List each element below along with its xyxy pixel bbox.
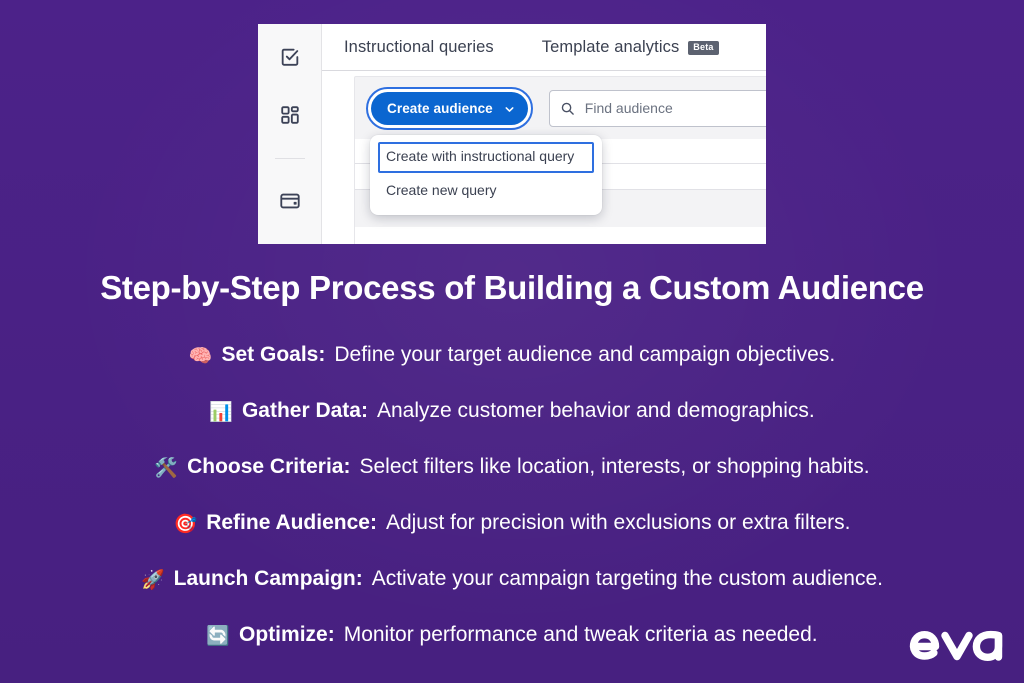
menu-item-create-with-instructional-query[interactable]: Create with instructional query: [378, 142, 594, 173]
tab-label: Instructional queries: [344, 37, 494, 56]
chevron-down-icon: [504, 103, 515, 114]
step-label: Gather Data:: [241, 399, 368, 422]
list-item: 🚀 Launch Campaign: Activate your campaig…: [0, 551, 1024, 607]
menu-item-create-new-query[interactable]: Create new query: [378, 176, 594, 207]
brain-emoji: 🧠: [188, 345, 213, 367]
tab-label: Template analytics: [541, 37, 680, 56]
beta-badge: Beta: [688, 41, 719, 55]
find-audience-search[interactable]: [548, 89, 766, 127]
step-label: Refine Audience:: [206, 511, 377, 534]
step-description: Activate your campaign targeting the cus…: [371, 567, 883, 590]
tab-bar: Instructional queries Template analytics…: [322, 24, 766, 71]
rocket-emoji: 🚀: [141, 569, 165, 591]
sidebar-divider: [274, 158, 305, 159]
list-item: 🔄 Optimize: Monitor performance and twea…: [0, 607, 1024, 663]
step-label: Choose Criteria:: [187, 455, 351, 478]
content-row-stripe: [355, 227, 766, 244]
search-icon: [560, 101, 575, 116]
step-description: Adjust for precision with exclusions or …: [385, 511, 851, 534]
step-description: Select filters like location, interests,…: [359, 455, 870, 478]
page-title: Step-by-Step Process of Building a Custo…: [100, 269, 924, 306]
audience-toolbar: Create audience: [355, 77, 766, 139]
card-icon[interactable]: [275, 186, 305, 215]
step-description: Monitor performance and tweak criteria a…: [343, 623, 818, 646]
step-description: Define your target audience and campaign…: [334, 343, 836, 366]
create-audience-dropdown-menu: Create with instructional query Create n…: [370, 135, 602, 215]
list-item: 📊 Gather Data: Analyze customer behavior…: [0, 383, 1024, 439]
tab-instructional-queries[interactable]: Instructional queries: [344, 38, 494, 57]
steps-list: 🧠 Set Goals: Define your target audience…: [0, 327, 1024, 663]
list-item: 🎯 Refine Audience: Adjust for precision …: [0, 495, 1024, 551]
search-input[interactable]: [584, 100, 766, 116]
task-check-icon[interactable]: [275, 42, 305, 71]
grid-dashboard-icon[interactable]: [275, 100, 305, 129]
tab-template-analytics[interactable]: Template analytics Beta: [542, 38, 719, 57]
step-label: Launch Campaign:: [173, 567, 363, 590]
step-label: Optimize:: [239, 623, 335, 646]
step-label: Set Goals:: [221, 343, 326, 366]
create-audience-button[interactable]: Create audience: [371, 91, 528, 125]
eva-logo: [902, 621, 1006, 667]
hammer-and-wrench-emoji: 🛠️: [154, 457, 179, 479]
list-item: 🛠️ Choose Criteria: Select filters like …: [0, 439, 1024, 495]
menu-item-label: Create with instructional query: [386, 148, 575, 164]
bar-chart-emoji: 📊: [209, 401, 233, 423]
app-sidebar: [258, 24, 322, 244]
list-item: 🧠 Set Goals: Define your target audience…: [0, 327, 1024, 383]
menu-item-label: Create new query: [386, 181, 497, 198]
direct-hit-emoji: 🎯: [173, 513, 198, 535]
embedded-app-screenshot: Instructional queries Template analytics…: [258, 24, 766, 244]
counterclockwise-arrows-emoji: 🔄: [206, 625, 231, 647]
create-audience-label: Create audience: [387, 100, 493, 116]
audience-content-area: Create audience Find audience Create wit…: [354, 76, 766, 244]
create-audience-focus-ring: Create audience: [366, 86, 533, 130]
step-description: Analyze customer behavior and demographi…: [376, 399, 815, 422]
